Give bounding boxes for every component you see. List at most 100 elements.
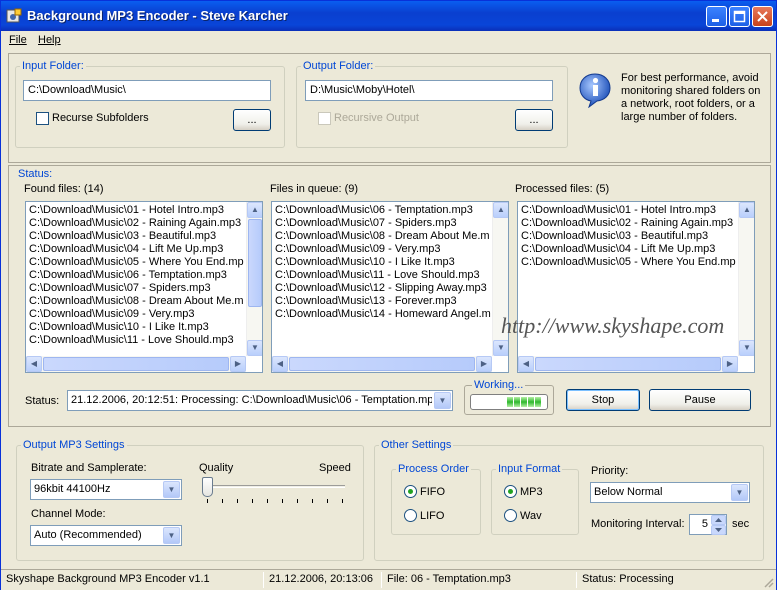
folders-panel: Input Folder: C:\Download\Music\ Recurse… (8, 53, 771, 163)
found-hscroll-thumb[interactable] (43, 357, 229, 371)
list-item[interactable]: C:\Download\Music\03 - Beautiful.mp3 (29, 230, 245, 243)
list-item[interactable]: C:\Download\Music\02 - Raining Again.mp3 (29, 217, 245, 230)
chevron-down-icon[interactable]: ▼ (163, 481, 180, 498)
processed-vscroll[interactable]: ▲ ▼ (738, 202, 754, 356)
list-item[interactable]: C:\Download\Music\02 - Raining Again.mp3 (521, 217, 737, 230)
progress-block (528, 397, 534, 407)
chevron-down-icon[interactable]: ▼ (434, 392, 451, 409)
scroll-right-icon[interactable]: ▶ (722, 356, 738, 372)
input-folder-legend: Input Folder: (22, 60, 84, 72)
scroll-up-icon[interactable]: ▲ (493, 202, 508, 218)
quality-speed-slider-thumb[interactable] (202, 477, 213, 497)
list-item[interactable]: C:\Download\Music\08 - Dream About Me.m (29, 295, 245, 308)
found-files-rows: C:\Download\Music\01 - Hotel Intro.mp3 C… (29, 204, 245, 355)
quality-speed-track[interactable] (205, 485, 345, 488)
scroll-left-icon[interactable]: ◀ (518, 356, 534, 372)
pause-button[interactable]: Pause (649, 389, 751, 411)
current-status-combo[interactable]: 21.12.2006, 20:12:51: Processing: C:\Dow… (67, 390, 453, 411)
input-folder-field[interactable]: C:\Download\Music\ (23, 80, 271, 101)
queue-hscroll-thumb[interactable] (289, 357, 475, 371)
list-item[interactable]: C:\Download\Music\04 - Lift Me Up.mp3 (521, 243, 737, 256)
processed-files-list[interactable]: C:\Download\Music\01 - Hotel Intro.mp3 C… (517, 201, 755, 373)
list-item[interactable]: C:\Download\Music\03 - Beautiful.mp3 (521, 230, 737, 243)
scroll-down-icon[interactable]: ▼ (493, 340, 508, 356)
found-files-list[interactable]: C:\Download\Music\01 - Hotel Intro.mp3 C… (25, 201, 263, 373)
status-legend: Status: (18, 168, 53, 180)
list-item[interactable]: C:\Download\Music\05 - Where You End.mp (29, 256, 245, 269)
scroll-left-icon[interactable]: ◀ (272, 356, 288, 372)
minimize-button[interactable] (706, 6, 727, 27)
processed-hscroll-thumb[interactable] (535, 357, 721, 371)
mp3-radio[interactable] (504, 485, 517, 498)
fifo-radio[interactable] (404, 485, 417, 498)
input-browse-button[interactable]: ... (233, 109, 271, 131)
output-mp3-settings-legend: Output MP3 Settings (23, 439, 125, 451)
resize-grip-icon[interactable] (762, 576, 774, 588)
other-settings-legend: Other Settings (381, 439, 452, 451)
list-item[interactable]: C:\Download\Music\10 - I Like It.mp3 (29, 321, 245, 334)
list-item[interactable]: C:\Download\Music\13 - Forever.mp3 (275, 295, 491, 308)
scroll-up-icon[interactable]: ▲ (739, 202, 754, 218)
stop-button[interactable]: Stop (566, 389, 640, 411)
scroll-up-icon[interactable]: ▲ (247, 202, 262, 218)
list-item[interactable]: C:\Download\Music\14 - Homeward Angel.m (275, 308, 491, 321)
speed-label: Speed (319, 462, 351, 474)
processed-files-label: Processed files: (5) (515, 183, 610, 195)
list-item[interactable]: C:\Download\Music\11 - Love Should.mp3 (275, 269, 491, 282)
slider-tick (342, 499, 343, 503)
processed-hscroll[interactable]: ◀ ▶ (518, 356, 738, 372)
list-item[interactable]: C:\Download\Music\10 - I Like It.mp3 (275, 256, 491, 269)
statusbar-app-version: Skyshape Background MP3 Encoder v1.1 (6, 573, 210, 585)
wav-radio[interactable] (504, 509, 517, 522)
bitrate-value: 96kbit 44100Hz (34, 483, 111, 495)
list-item[interactable]: C:\Download\Music\11 - Love Should.mp3 (29, 334, 245, 347)
list-item[interactable]: C:\Download\Music\08 - Dream About Me.m (275, 230, 491, 243)
bitrate-select[interactable]: 96kbit 44100Hz ▼ (30, 479, 182, 500)
found-vscroll-thumb[interactable] (248, 219, 262, 307)
close-button[interactable] (752, 6, 773, 27)
found-hscroll[interactable]: ◀ ▶ (26, 356, 246, 372)
input-format-legend: Input Format (498, 463, 561, 475)
quality-label: Quality (199, 462, 234, 474)
lifo-radio[interactable] (404, 509, 417, 522)
list-item[interactable]: C:\Download\Music\01 - Hotel Intro.mp3 (29, 204, 245, 217)
output-browse-button[interactable]: ... (515, 109, 553, 131)
menu-help[interactable]: Help (38, 34, 61, 46)
list-item[interactable]: C:\Download\Music\06 - Temptation.mp3 (275, 204, 491, 217)
scroll-down-icon[interactable]: ▼ (247, 340, 262, 356)
scroll-down-icon[interactable]: ▼ (739, 340, 754, 356)
input-folder-group: Input Folder: (15, 60, 285, 148)
recursive-output-checkbox[interactable] (318, 112, 331, 125)
queue-hscroll[interactable]: ◀ ▶ (272, 356, 492, 372)
interval-unit-label: sec (732, 518, 750, 530)
found-vscroll[interactable]: ▲ ▼ (246, 202, 262, 356)
chevron-down-icon[interactable]: ▼ (731, 484, 748, 501)
spinner-arrows-icon[interactable] (711, 515, 726, 535)
recurse-subfolders-checkbox[interactable] (36, 112, 49, 125)
scroll-left-icon[interactable]: ◀ (26, 356, 42, 372)
list-item[interactable]: C:\Download\Music\05 - Where You End.mp (521, 256, 737, 269)
mp3-label: MP3 (520, 486, 543, 498)
output-folder-field[interactable]: D:\Music\Moby\Hotel\ (305, 80, 553, 101)
chevron-down-icon[interactable]: ▼ (163, 527, 180, 544)
priority-select[interactable]: Below Normal ▼ (590, 482, 750, 503)
output-folder-group: Output Folder: (296, 60, 568, 148)
list-item[interactable]: C:\Download\Music\09 - Very.mp3 (275, 243, 491, 256)
queue-files-list[interactable]: C:\Download\Music\06 - Temptation.mp3 C:… (271, 201, 509, 373)
scroll-right-icon[interactable]: ▶ (476, 356, 492, 372)
list-item[interactable]: C:\Download\Music\09 - Very.mp3 (29, 308, 245, 321)
list-item[interactable]: C:\Download\Music\01 - Hotel Intro.mp3 (521, 204, 737, 217)
channel-mode-label: Channel Mode: (31, 508, 106, 520)
channel-mode-select[interactable]: Auto (Recommended) ▼ (30, 525, 182, 546)
list-item[interactable]: C:\Download\Music\07 - Spiders.mp3 (29, 282, 245, 295)
maximize-button[interactable] (729, 6, 750, 27)
monitoring-interval-label: Monitoring Interval: (591, 518, 685, 530)
list-item[interactable]: C:\Download\Music\07 - Spiders.mp3 (275, 217, 491, 230)
list-item[interactable]: C:\Download\Music\12 - Slipping Away.mp3 (275, 282, 491, 295)
menu-file[interactable]: File (9, 34, 27, 46)
list-item[interactable]: C:\Download\Music\04 - Lift Me Up.mp3 (29, 243, 245, 256)
title-bar[interactable]: Background MP3 Encoder - Steve Karcher (1, 1, 776, 31)
list-item[interactable]: C:\Download\Music\06 - Temptation.mp3 (29, 269, 245, 282)
scroll-right-icon[interactable]: ▶ (230, 356, 246, 372)
slider-tick (297, 499, 298, 503)
